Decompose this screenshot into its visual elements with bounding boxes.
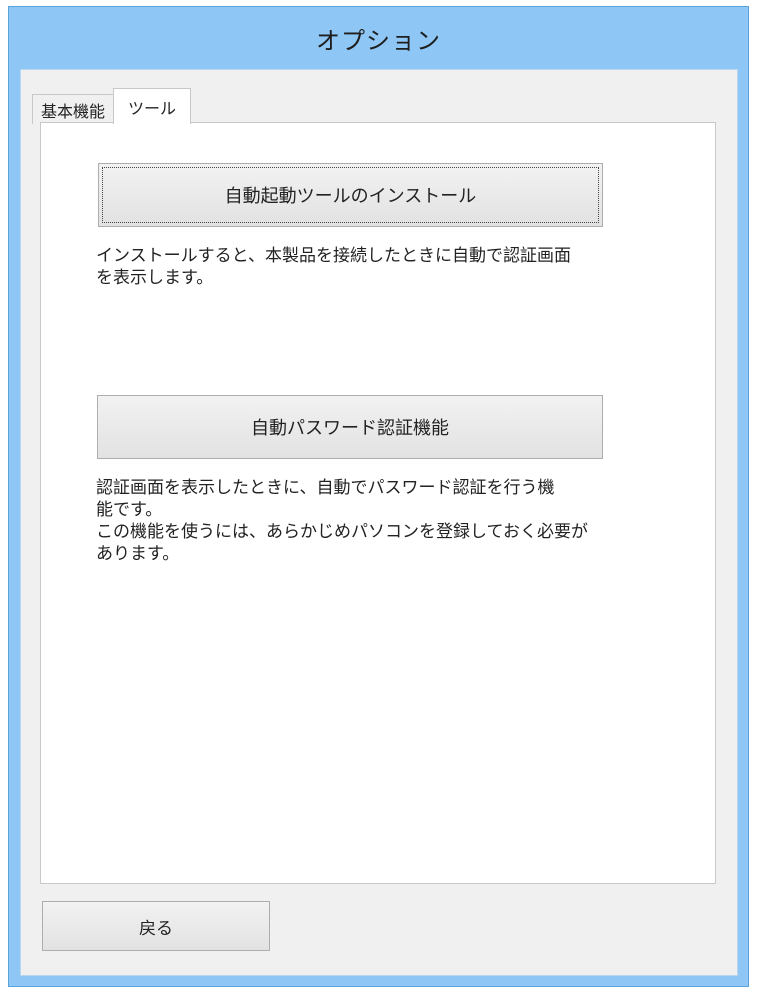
- tab-basic-functions[interactable]: 基本機能: [32, 94, 115, 124]
- tab-tools[interactable]: ツール: [113, 88, 192, 124]
- auto-password-auth-button[interactable]: 自動パスワード認証機能: [97, 395, 603, 459]
- tools-tab-panel: 自動起動ツールのインストール インストールすると、本製品を接続したときに自動で認…: [40, 122, 716, 884]
- install-description: インストールすると、本製品を接続したときに自動で認証画面 を表示します。: [96, 246, 571, 288]
- title-bar[interactable]: オプション: [9, 7, 748, 69]
- password-auth-description: 認証画面を表示したときに、自動でパスワード認証を行う機 能です。 この機能を使う…: [96, 478, 588, 564]
- install-autostart-tool-button[interactable]: 自動起動ツールのインストール: [98, 163, 603, 227]
- window-title: オプション: [316, 26, 441, 55]
- tab-strip: 基本機能 ツール: [32, 84, 192, 124]
- back-button[interactable]: 戻る: [42, 901, 270, 951]
